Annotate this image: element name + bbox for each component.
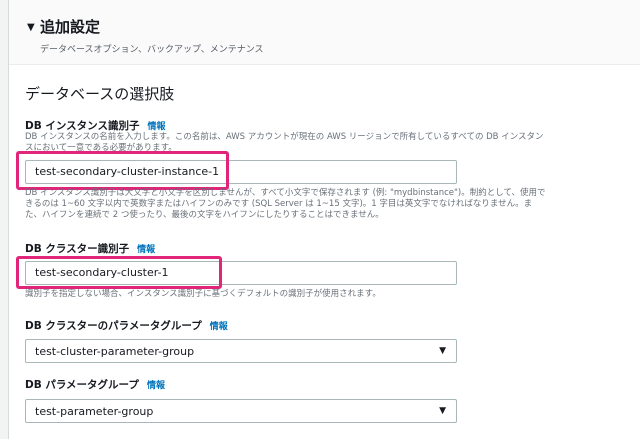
instance-identifier-hint-3: た、ハイフンを連続で 2 つ使ったり、最後の文字をハイフンにしたりすることはでき… bbox=[25, 210, 384, 220]
cluster-identifier-highlight bbox=[16, 256, 222, 289]
instance-identifier-hint-2: きるのは 1~60 文字以内で英数字またはハイフンのみです (SQL Serve… bbox=[25, 199, 533, 209]
cluster-identifier-label: DB クラスター識別子 情報 bbox=[25, 241, 155, 256]
parameter-group-label-text: DB パラメータグループ bbox=[25, 379, 139, 391]
cluster-parameter-group-select[interactable]: test-cluster-parameter-group ▼ bbox=[25, 339, 457, 363]
parameter-group-label: DB パラメータグループ 情報 bbox=[25, 377, 165, 392]
cluster-parameter-group-value: test-cluster-parameter-group bbox=[35, 345, 195, 358]
parameter-group-value: test-parameter-group bbox=[35, 405, 154, 418]
parameter-group-info-link[interactable]: 情報 bbox=[147, 381, 165, 391]
dropdown-arrow-icon: ▼ bbox=[439, 346, 446, 356]
section-header-title[interactable]: 追加設定 bbox=[40, 16, 100, 37]
dropdown-arrow-icon: ▼ bbox=[439, 406, 446, 416]
instance-identifier-label-text: DB インスタンス識別子 bbox=[25, 120, 140, 132]
instance-identifier-highlight bbox=[16, 151, 229, 190]
cluster-identifier-hint: 識別子を指定しない場合、インスタンス識別子に基づくデフォルトの識別子が使用されま… bbox=[25, 289, 381, 299]
instance-identifier-description-1: DB インスタンスの名前を入力します。この名前は、AWS アカウントが現在の A… bbox=[25, 132, 544, 142]
additional-settings-header[interactable]: ▼ 追加設定 データベースオプション、バックアップ、メンテナンス bbox=[9, 0, 640, 65]
cluster-identifier-label-text: DB クラスター識別子 bbox=[25, 243, 130, 255]
instance-identifier-label: DB インスタンス識別子 情報 bbox=[25, 118, 165, 133]
instance-identifier-hint-1: DB インスタンス識別子は大文字と小文字を区別しませんが、すべて小文字で保存され… bbox=[25, 188, 546, 198]
database-options-title: データベースの選択肢 bbox=[25, 85, 175, 103]
additional-settings-panel: ▼ 追加設定 データベースオプション、バックアップ、メンテナンス データベースの… bbox=[8, 0, 640, 439]
cluster-parameter-group-label-text: DB クラスターのパラメータグループ bbox=[25, 320, 202, 332]
parameter-group-select[interactable]: test-parameter-group ▼ bbox=[25, 399, 457, 423]
cluster-parameter-group-label: DB クラスターのパラメータグループ 情報 bbox=[25, 318, 228, 333]
section-header-subtitle: データベースオプション、バックアップ、メンテナンス bbox=[40, 45, 264, 55]
cluster-parameter-group-info-link[interactable]: 情報 bbox=[210, 322, 228, 332]
instance-identifier-info-link[interactable]: 情報 bbox=[147, 122, 165, 132]
cluster-identifier-info-link[interactable]: 情報 bbox=[137, 245, 155, 255]
caret-down-icon[interactable]: ▼ bbox=[27, 22, 35, 33]
